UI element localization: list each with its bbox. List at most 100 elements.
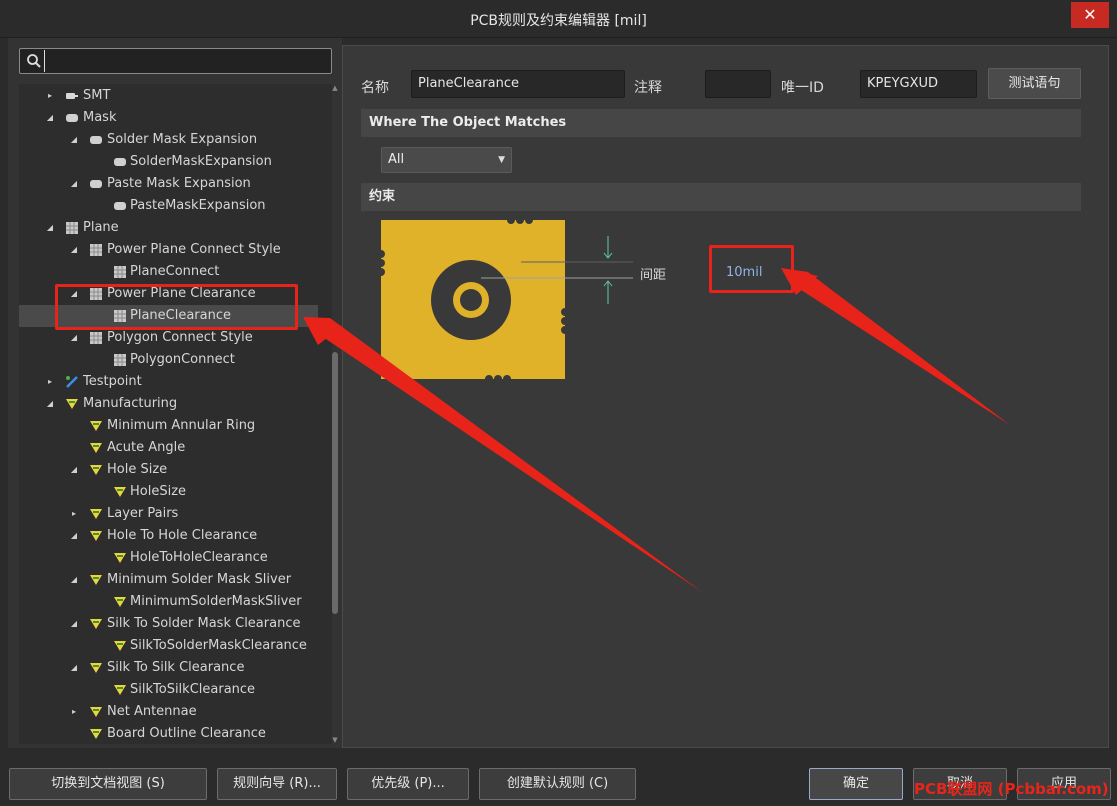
tree-item-label: Net Antennae xyxy=(107,704,197,719)
tree-item[interactable]: ◢ Silk To Silk Clearance xyxy=(19,657,332,679)
collapse-arrow-icon[interactable]: ◢ xyxy=(69,129,79,151)
tree-item[interactable]: MinimumSolderMaskSliver xyxy=(19,591,332,613)
close-button[interactable]: ✕ xyxy=(1071,2,1109,28)
tree-item[interactable]: SilkToSilkClearance xyxy=(19,679,332,701)
expand-arrow-icon[interactable]: ▸ xyxy=(69,503,79,525)
scope-select[interactable]: All ▼ xyxy=(381,147,512,173)
expand-arrow-icon[interactable]: ▸ xyxy=(69,701,79,723)
tree-item[interactable]: Acute Angle xyxy=(19,437,332,459)
uid-label: 唯一ID xyxy=(781,80,824,96)
plane-icon xyxy=(89,331,103,345)
rule-tree-panel: ▸ SMT ◢ Mask ◢ Solder Mask Expansion SolderMas… xyxy=(8,38,342,748)
collapse-arrow-icon[interactable]: ◢ xyxy=(69,569,79,591)
tree-item[interactable]: ▸ SMT xyxy=(19,85,332,107)
annotation-box-value xyxy=(709,245,794,293)
tree-item[interactable]: ◢ Minimum Solder Mask Sliver xyxy=(19,569,332,591)
rule-editor-panel: 名称 PlaneClearance 注释 唯一ID KPEYGXUD 测试语句 … xyxy=(342,45,1109,748)
tree-item-label: Power Plane Connect Style xyxy=(107,242,281,257)
tree-item-label: Solder Mask Expansion xyxy=(107,132,258,147)
collapse-arrow-icon[interactable]: ◢ xyxy=(69,613,79,635)
collapse-arrow-icon[interactable]: ◢ xyxy=(69,657,79,679)
tree-item[interactable]: ◢ Manufacturing xyxy=(19,393,332,415)
name-field[interactable]: PlaneClearance xyxy=(411,70,625,98)
manufacturing-icon xyxy=(89,727,103,741)
tree-item[interactable]: ▸ Testpoint xyxy=(19,371,332,393)
collapse-arrow-icon[interactable]: ◢ xyxy=(69,459,79,481)
tree-item[interactable]: ◢ Hole To Hole Clearance xyxy=(19,525,332,547)
tree-item[interactable]: ◢ Mask xyxy=(19,107,332,129)
tree-item[interactable]: HoleToHoleClearance xyxy=(19,547,332,569)
tree-item-label: Manufacturing xyxy=(83,396,178,411)
collapse-arrow-icon[interactable]: ◢ xyxy=(69,239,79,261)
tree-item[interactable]: ◢ Polygon Connect Style xyxy=(19,327,332,349)
manufacturing-icon xyxy=(89,617,103,631)
tree-item-label: Hole Size xyxy=(107,462,168,477)
collapse-arrow-icon[interactable]: ◢ xyxy=(69,173,79,195)
scroll-up-icon[interactable]: ▲ xyxy=(330,84,340,92)
manufacturing-icon xyxy=(89,419,103,433)
mask-icon xyxy=(65,111,79,125)
tree-item[interactable]: PlaneConnect xyxy=(19,261,332,283)
tree-item[interactable]: Minimum Annular Ring xyxy=(19,415,332,437)
tree-item[interactable]: SilkToSolderMaskClearance xyxy=(19,635,332,657)
tree-item-label: PlaneConnect xyxy=(130,264,220,279)
plane-clearance-diagram xyxy=(381,220,633,382)
rule-wizard-button[interactable]: 规则向导 (R)... xyxy=(217,768,337,800)
manufacturing-icon xyxy=(89,705,103,719)
collapse-arrow-icon[interactable]: ◢ xyxy=(45,217,55,239)
tree-item[interactable]: SolderMaskExpansion xyxy=(19,151,332,173)
test-query-button[interactable]: 测试语句 xyxy=(988,68,1081,99)
tree-item[interactable]: ◢ Paste Mask Expansion xyxy=(19,173,332,195)
tree-item[interactable]: ▸ Net Antennae xyxy=(19,701,332,723)
chevron-down-icon: ▼ xyxy=(498,155,505,165)
tree-item-label: Silk To Silk Clearance xyxy=(107,660,245,675)
uid-field[interactable]: KPEYGXUD xyxy=(860,70,977,98)
priorities-button[interactable]: 优先级 (P)... xyxy=(347,768,469,800)
tree-item[interactable]: Board Outline Clearance xyxy=(19,723,332,744)
collapse-arrow-icon[interactable]: ◢ xyxy=(45,107,55,129)
tree-item[interactable]: ▸ Layer Pairs xyxy=(19,503,332,525)
comment-label: 注释 xyxy=(634,80,662,96)
where-header: Where The Object Matches xyxy=(361,109,1081,137)
manufacturing-icon xyxy=(89,441,103,455)
create-default-rules-button[interactable]: 创建默认规则 (C) xyxy=(479,768,636,800)
scroll-thumb[interactable] xyxy=(332,352,338,614)
toggle-document-view-button[interactable]: 切换到文档视图 (S) xyxy=(9,768,207,800)
collapse-arrow-icon[interactable]: ◢ xyxy=(69,327,79,349)
mask-icon xyxy=(89,133,103,147)
tree-item[interactable]: PolygonConnect xyxy=(19,349,332,371)
tree-item[interactable]: PasteMaskExpansion xyxy=(19,195,332,217)
plane-icon xyxy=(89,243,103,257)
comment-field[interactable] xyxy=(705,70,771,98)
tree-scrollbar[interactable]: ▲ ▼ xyxy=(330,84,340,744)
scroll-down-icon[interactable]: ▼ xyxy=(330,736,340,744)
tree-item[interactable]: ◢ Solder Mask Expansion xyxy=(19,129,332,151)
scope-select-value: All xyxy=(388,152,405,167)
search-box[interactable] xyxy=(19,48,332,74)
manufacturing-icon xyxy=(113,551,127,565)
ok-button[interactable]: 确定 xyxy=(809,768,903,800)
search-input[interactable] xyxy=(44,50,328,72)
clearance-label: 间距 xyxy=(640,268,667,283)
tree-item[interactable]: ◢ Power Plane Connect Style xyxy=(19,239,332,261)
testpoint-icon xyxy=(65,375,79,389)
tree-item[interactable]: HoleSize xyxy=(19,481,332,503)
tree-item-label: SilkToSilkClearance xyxy=(130,682,256,697)
tree-item-label: Board Outline Clearance xyxy=(107,726,266,741)
plane-icon xyxy=(65,221,79,235)
manufacturing-icon xyxy=(113,485,127,499)
annotation-box-tree xyxy=(55,284,298,330)
constraints-header: 约束 xyxy=(361,183,1081,211)
tree-item-label: Plane xyxy=(83,220,119,235)
tree-item[interactable]: ◢ Hole Size xyxy=(19,459,332,481)
tree-item-label: Minimum Solder Mask Sliver xyxy=(107,572,292,587)
plane-icon xyxy=(113,353,127,367)
via-hole xyxy=(460,289,482,311)
collapse-arrow-icon[interactable]: ◢ xyxy=(69,525,79,547)
smt-icon xyxy=(65,89,79,103)
tree-item[interactable]: ◢ Silk To Solder Mask Clearance xyxy=(19,613,332,635)
expand-arrow-icon[interactable]: ▸ xyxy=(45,85,55,107)
expand-arrow-icon[interactable]: ▸ xyxy=(45,371,55,393)
tree-item[interactable]: ◢ Plane xyxy=(19,217,332,239)
collapse-arrow-icon[interactable]: ◢ xyxy=(45,393,55,415)
